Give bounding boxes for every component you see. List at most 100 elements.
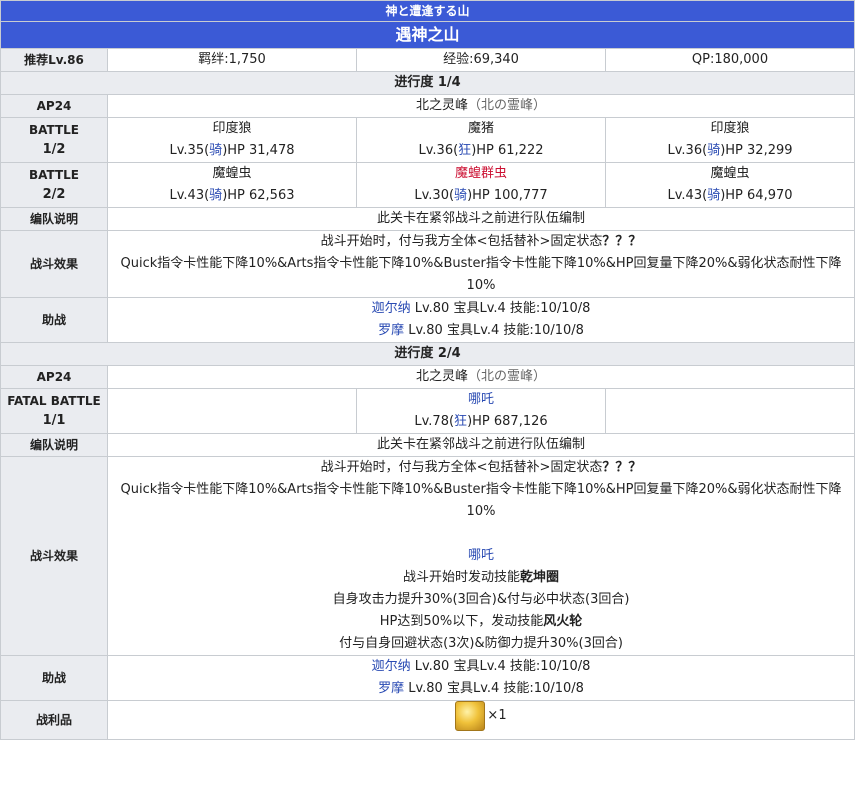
battle-label-text: BATTLE <box>29 168 79 182</box>
enemy-cell: 魔蝗群虫 Lv.30(骑)HP 100,777 <box>356 162 606 208</box>
enemy-hp: )HP 64,970 <box>720 188 793 203</box>
enemy-level: Lv.30( <box>414 188 455 203</box>
enemy-level: Lv.36( <box>418 143 459 158</box>
support-label: 助战 <box>0 297 108 343</box>
drop-count: ×1 <box>487 708 507 723</box>
enemy-level: Lv.43( <box>667 188 708 203</box>
support-info: Lv.80 宝具Lv.4 技能:10/10/8 <box>410 301 591 316</box>
enemy-name: 印度狼 <box>212 121 252 136</box>
qp-value: QP:180,000 <box>604 48 855 72</box>
boss-skill-text: HP达到50%以下，发动技能 <box>379 614 544 629</box>
effect-line: 战斗开始时，付与我方全体<包括替补>固定状态 <box>320 234 603 249</box>
enemy-class-link[interactable]: 骑 <box>209 143 222 158</box>
battle-label: BATTLE 1/2 <box>0 117 108 163</box>
enemy-class-link[interactable]: 骑 <box>454 188 467 203</box>
enemy-name: 印度狼 <box>710 121 750 136</box>
recommended-level: 推荐Lv.86 <box>0 48 108 72</box>
support-servant-link[interactable]: 罗摩 <box>378 681 404 696</box>
enemy-level: Lv.36( <box>667 143 708 158</box>
enemy-stats: Lv.36(骑)HP 32,299 <box>608 140 852 162</box>
effect-unknown: ？？？ <box>602 234 642 249</box>
enemy-cell: 哪吒 Lv.78(狂)HP 687,126 <box>356 388 606 434</box>
enemy-level: Lv.78( <box>414 414 455 429</box>
progress-header: 进行度 2/4 <box>0 342 855 366</box>
enemy-class-link[interactable]: 狂 <box>458 143 471 158</box>
support-info: Lv.80 宝具Lv.4 技能:10/10/8 <box>404 681 584 696</box>
enemy-class-link[interactable]: 骑 <box>707 188 720 203</box>
support-servant-link[interactable]: 迦尔纳 <box>372 301 411 316</box>
location-jp: （北の霊峰） <box>468 98 547 113</box>
boss-skill-text: 付与自身回避状态(3次)&防御力提升30%(3回合) <box>339 636 623 651</box>
enemy-name: 魔蝗虫 <box>710 166 750 181</box>
effect-line: Quick指令卡性能下降10%&Arts指令卡性能下降10%&Buster指令卡… <box>120 482 842 519</box>
enemy-cell: 魔蝗虫 Lv.43(骑)HP 64,970 <box>604 162 855 208</box>
enemy-stats: Lv.35(骑)HP 31,478 <box>110 140 354 162</box>
enemy-stats: Lv.36(狂)HP 61,222 <box>359 140 603 162</box>
enemy-level: Lv.43( <box>169 188 210 203</box>
drop-label: 战利品 <box>0 700 108 740</box>
battle-label: FATAL BATTLE 1/1 <box>0 388 108 434</box>
quest-table: 神と遭逢する山 遇神之山 推荐Lv.86 羁绊:1,750 经验:69,340 … <box>0 0 855 740</box>
enemy-hp: )HP 32,299 <box>720 143 793 158</box>
boss-name-link[interactable]: 哪吒 <box>110 545 852 567</box>
enemy-name-link[interactable]: 哪吒 <box>359 389 603 411</box>
quest-title: 遇神之山 <box>0 21 855 49</box>
location: 北之灵峰（北の霊峰） <box>106 94 855 118</box>
enemy-stats: Lv.43(骑)HP 64,970 <box>608 185 852 207</box>
formation-label: 编队说明 <box>0 207 108 231</box>
enemy-cell-empty <box>107 388 357 434</box>
battle-count: 1/2 <box>42 142 66 157</box>
gold-statue-icon[interactable] <box>455 701 486 731</box>
battle-label-text: FATAL BATTLE <box>7 394 101 408</box>
location-name: 北之灵峰 <box>415 98 468 113</box>
exp-value: 经验:69,340 <box>356 48 606 72</box>
enemy-level: Lv.35( <box>169 143 210 158</box>
enemy-hp: )HP 31,478 <box>222 143 295 158</box>
quest-subtitle: 神と遭逢する山 <box>0 0 855 22</box>
enemy-class-link[interactable]: 狂 <box>454 414 467 429</box>
progress-header: 进行度 1/4 <box>0 71 855 95</box>
battle-count: 1/1 <box>42 413 66 428</box>
enemy-name: 魔猪 <box>467 121 494 136</box>
enemy-cell: 魔猪 Lv.36(狂)HP 61,222 <box>356 117 606 163</box>
bond-value: 羁绊:1,750 <box>107 48 357 72</box>
support-info: Lv.80 宝具Lv.4 技能:10/10/8 <box>404 323 584 338</box>
effect-label: 战斗效果 <box>0 456 108 656</box>
enemy-stats: Lv.30(骑)HP 100,777 <box>359 185 603 207</box>
boss-skill-name: 风火轮 <box>543 614 583 629</box>
support-servant-link[interactable]: 罗摩 <box>378 323 404 338</box>
effect-line: 战斗开始时，付与我方全体<包括替补>固定状态 <box>320 460 603 475</box>
support-servant-link[interactable]: 迦尔纳 <box>372 659 411 674</box>
drop-list: ×1 <box>106 700 855 740</box>
ap-cost: AP24 <box>0 365 108 389</box>
location-jp: （北の霊峰） <box>468 369 547 384</box>
support-list: 迦尔纳 Lv.80 宝具Lv.4 技能:10/10/8 罗摩 Lv.80 宝具Lv… <box>106 655 855 701</box>
enemy-class-link[interactable]: 骑 <box>209 188 222 203</box>
formation-text: 此关卡在紧邻战斗之前进行队伍编制 <box>106 207 855 231</box>
enemy-hp: )HP 62,563 <box>222 188 295 203</box>
ap-cost: AP24 <box>0 94 108 118</box>
effect-label: 战斗效果 <box>0 230 108 298</box>
boss-skill-name: 乾坤圈 <box>520 570 560 585</box>
enemy-cell: 印度狼 Lv.36(骑)HP 32,299 <box>604 117 855 163</box>
enemy-cell: 印度狼 Lv.35(骑)HP 31,478 <box>107 117 357 163</box>
formation-text: 此关卡在紧邻战斗之前进行队伍编制 <box>106 433 855 457</box>
battle-label: BATTLE 2/2 <box>0 162 108 208</box>
enemy-hp: )HP 61,222 <box>471 143 544 158</box>
battle-effect: 战斗开始时，付与我方全体<包括替补>固定状态？？？ Quick指令卡性能下降10%… <box>106 230 855 298</box>
location: 北之灵峰（北の霊峰） <box>106 365 855 389</box>
enemy-name: 魔蝗虫 <box>212 166 252 181</box>
effect-unknown: ？？？ <box>602 460 642 475</box>
enemy-cell-empty <box>604 388 855 434</box>
boss-skill-text: 自身攻击力提升30%(3回合)&付与必中状态(3回合) <box>332 592 630 607</box>
battle-label-text: BATTLE <box>29 123 79 137</box>
support-info: Lv.80 宝具Lv.4 技能:10/10/8 <box>410 659 591 674</box>
battle-count: 2/2 <box>42 187 66 202</box>
enemy-stats: Lv.43(骑)HP 62,563 <box>110 185 354 207</box>
enemy-name-link[interactable]: 魔蝗群虫 <box>359 163 603 185</box>
support-label: 助战 <box>0 655 108 701</box>
enemy-hp: )HP 100,777 <box>467 188 548 203</box>
enemy-class-link[interactable]: 骑 <box>707 143 720 158</box>
location-name: 北之灵峰 <box>415 369 468 384</box>
effect-line: Quick指令卡性能下降10%&Arts指令卡性能下降10%&Buster指令卡… <box>120 256 842 293</box>
